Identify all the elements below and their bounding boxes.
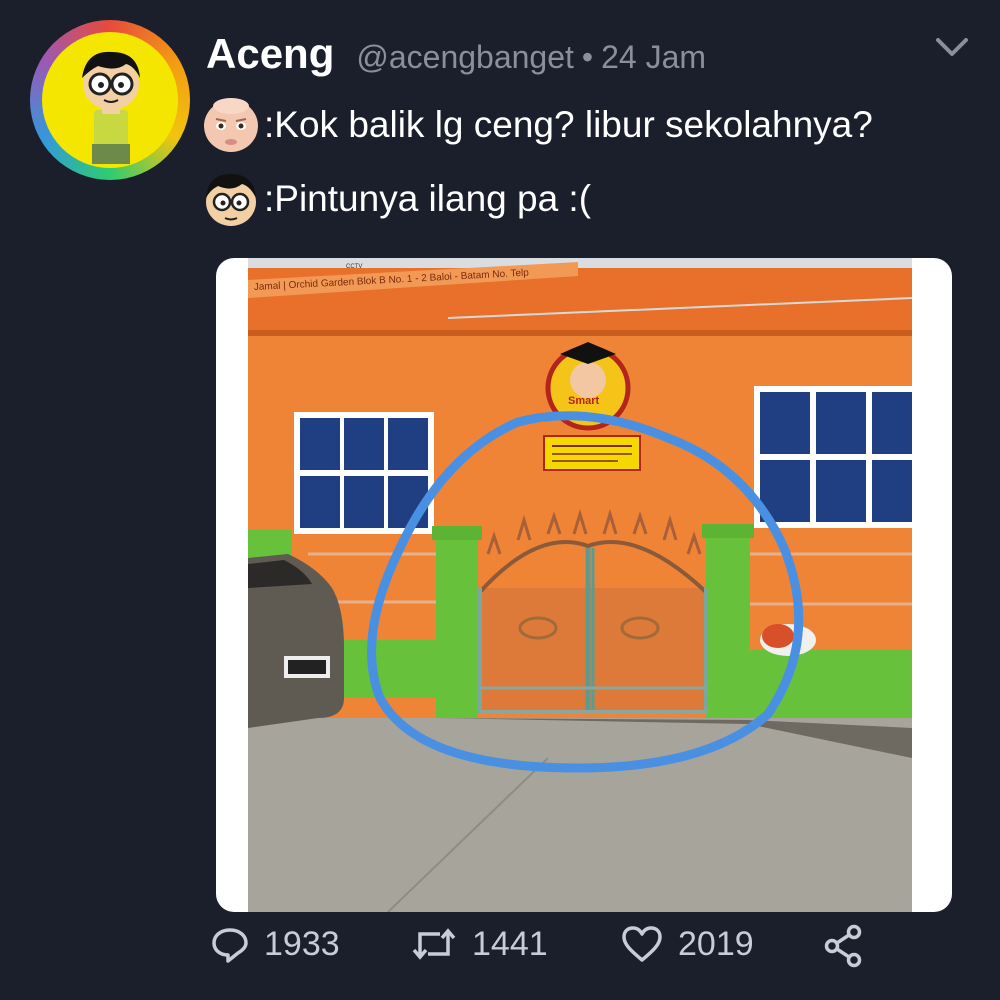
retweet-icon (412, 928, 456, 960)
cartoon-boy-face-icon (206, 174, 256, 226)
retweet-count: 1441 (472, 924, 548, 963)
reply-count: 1933 (264, 924, 340, 963)
heart-icon (622, 926, 662, 962)
cartoon-boy-avatar-icon (82, 51, 140, 164)
tweet-actions: 1933 1441 2019 (200, 924, 900, 974)
separator-dot: • (581, 39, 594, 75)
tweet-line-1: :Kok balik lg ceng? libur sekolahnya? (200, 94, 873, 156)
share-icon (824, 924, 862, 968)
author-name[interactable]: Aceng (206, 30, 334, 78)
tweet-line-text: :Pintunya ilang pa :( (264, 178, 592, 219)
reply-button[interactable]: 1933 (210, 924, 340, 964)
profile-avatar[interactable] (30, 20, 190, 180)
logo-text: Smart (568, 395, 600, 407)
school-gate-photo: Jamal | Orchid Garden Blok B No. 1 - 2 B… (248, 258, 912, 912)
cctv-label: CCTV (346, 264, 362, 270)
like-count: 2019 (678, 924, 754, 963)
author-handle[interactable]: @acengbanget (356, 39, 574, 76)
tweet-header: Aceng @acengbanget • 24 Jam (206, 30, 706, 80)
like-button[interactable]: 2019 (620, 924, 754, 964)
retweet-button[interactable]: 1441 (410, 924, 548, 964)
tweet-line-text: :Kok balik lg ceng? libur sekolahnya? (264, 104, 873, 145)
chevron-down-icon[interactable] (930, 30, 974, 64)
share-button[interactable] (822, 924, 866, 968)
tweet-time[interactable]: 24 Jam (601, 39, 706, 76)
tweet-line-2: :Pintunya ilang pa :( (200, 168, 591, 230)
baby-face-icon (204, 98, 258, 152)
tweet-photo[interactable]: Jamal | Orchid Garden Blok B No. 1 - 2 B… (216, 258, 952, 912)
reply-icon (212, 928, 248, 963)
avatar-background (42, 32, 178, 168)
